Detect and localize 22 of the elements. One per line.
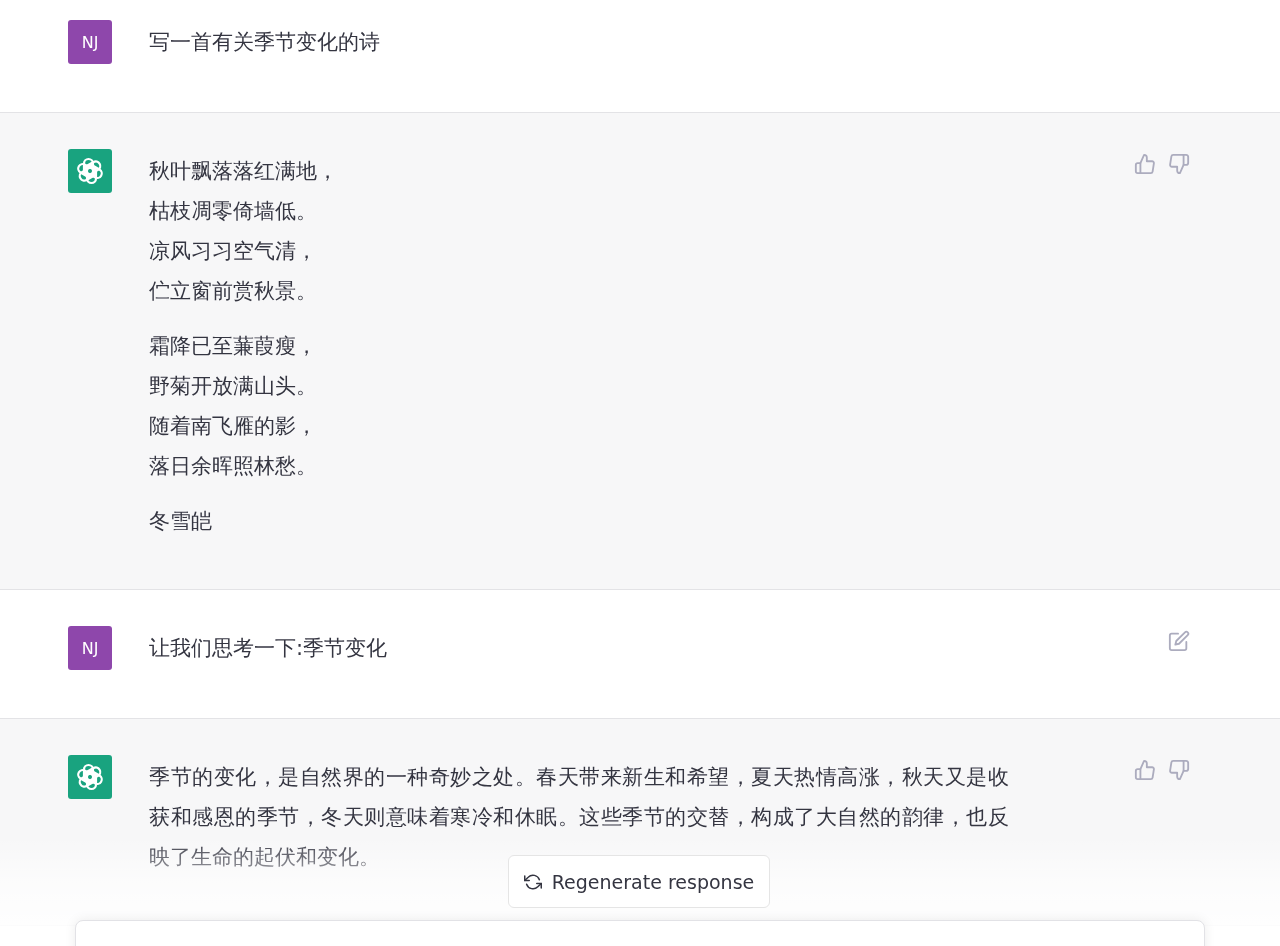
thumbs-down-button[interactable] xyxy=(1168,153,1190,175)
assistant-avatar xyxy=(68,149,112,193)
poem-line: 枯枝凋零倚墙低。 xyxy=(149,198,317,225)
poem-line: 霜降已至蒹葭瘦， xyxy=(149,333,317,360)
message-text: 写一首有关季节变化的诗 xyxy=(149,29,381,56)
poem-line: 野菊开放满山头。 xyxy=(149,373,317,400)
thumbs-up-button[interactable] xyxy=(1134,759,1156,781)
thumbs-down-button[interactable] xyxy=(1168,759,1190,781)
poem-line: 凉风习习空气清， xyxy=(149,238,317,265)
edit-button[interactable] xyxy=(1168,630,1190,652)
regenerate-button[interactable]: Regenerate response xyxy=(508,855,770,908)
poem-line: 秋叶飘落落红满地， xyxy=(149,158,338,185)
poem-line: 伫立窗前赏秋景。 xyxy=(149,278,317,305)
thumbs-up-button[interactable] xyxy=(1134,153,1156,175)
user-avatar: NJ xyxy=(68,626,112,670)
refresh-icon xyxy=(523,872,542,891)
user-avatar: NJ xyxy=(68,20,112,64)
poem-line: 随着南飞雁的影， xyxy=(149,413,317,440)
poem-line: 落日余晖照林愁。 xyxy=(149,453,317,480)
poem-line: 冬雪皑 xyxy=(149,508,212,535)
message-text: 让我们思考一下:季节变化 xyxy=(149,635,389,662)
assistant-avatar xyxy=(68,755,112,799)
